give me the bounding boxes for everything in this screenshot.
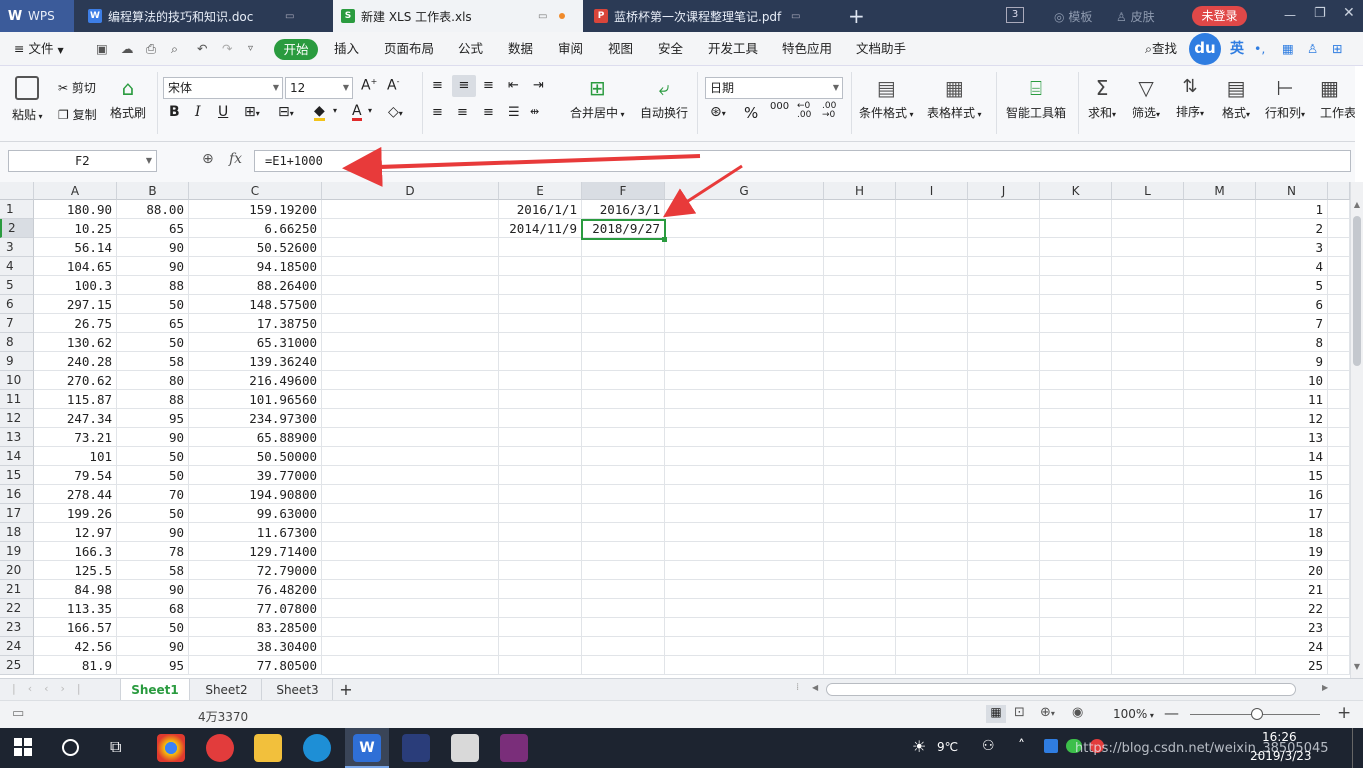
file-explorer-icon[interactable] — [254, 734, 282, 762]
task-view-icon[interactable]: ⧉ — [110, 737, 121, 757]
h-scroll-split-icon[interactable]: ⁞ — [796, 682, 799, 693]
arrow-to-formula — [342, 146, 701, 187]
scroll-down-icon[interactable]: ▼ — [1351, 662, 1363, 674]
scroll-right-icon[interactable]: ▶ — [1322, 683, 1328, 692]
netease-music-icon[interactable] — [206, 734, 234, 762]
people-icon[interactable]: ⚇ — [982, 738, 995, 754]
annotation-arrows — [342, 146, 743, 218]
scroll-up-icon[interactable]: ▲ — [1351, 200, 1363, 212]
scroll-left-icon[interactable]: ◀ — [812, 683, 818, 692]
eclipse-icon[interactable] — [500, 734, 528, 762]
dev-cpp-icon[interactable] — [402, 734, 430, 762]
calculator-icon[interactable] — [451, 734, 479, 762]
clock-date: 2019/3/23 — [1250, 749, 1312, 763]
sheet-tab-sheet1[interactable]: Sheet1 — [120, 679, 190, 701]
macro-icon[interactable]: ▭ — [12, 706, 24, 721]
cortana-search-icon[interactable] — [62, 739, 79, 756]
zoom-out-icon[interactable]: — — [1164, 704, 1179, 722]
horizontal-scroll-thumb[interactable] — [826, 683, 1296, 696]
page-break-view-icon[interactable]: ⊡ — [1014, 705, 1025, 720]
normal-view-icon[interactable]: ▦ — [986, 705, 1006, 723]
zoom-level[interactable]: 100% ▾ — [1113, 707, 1154, 721]
selection-sum: 4万3370 — [198, 710, 249, 724]
weather-sun-icon[interactable]: ☀ — [912, 737, 926, 756]
arrow-to-cell-f1 — [662, 164, 743, 218]
weather-temp: 9℃ — [937, 740, 959, 754]
sheet-tab-sheet2[interactable]: Sheet2 — [192, 679, 262, 701]
add-sheet-icon[interactable]: + — [336, 679, 356, 701]
zoom-slider-thumb[interactable] — [1251, 708, 1263, 720]
wps-taskbar-item[interactable]: W — [345, 728, 389, 768]
tray-bluetooth-icon[interactable] — [1044, 739, 1058, 753]
chrome-icon[interactable] — [157, 734, 185, 762]
sheet-nav-arrows-icon[interactable]: |‹‹›| — [12, 682, 93, 695]
tray-expand-icon[interactable]: ˄ — [1018, 738, 1025, 754]
windows-start-icon[interactable] — [14, 738, 32, 756]
show-desktop-button[interactable] — [1352, 728, 1353, 768]
windows-taskbar: ⧉ W ☀ 9℃ ⚇ ˄ https://blog.csdn.net/weixi… — [0, 728, 1363, 768]
app-icon[interactable] — [303, 734, 331, 762]
sheet-tab-bar: |‹‹›| Sheet1 Sheet2 Sheet3 + ⁞ ◀ ▶ — [0, 678, 1363, 701]
clock-time: 16:26 — [1262, 730, 1297, 744]
wps-icon: W — [353, 734, 381, 762]
sheet-tab-sheet3[interactable]: Sheet3 — [263, 679, 333, 701]
vertical-scroll-thumb[interactable] — [1353, 216, 1361, 366]
vertical-scrollbar[interactable]: ▲ ▼ — [1350, 182, 1363, 678]
zoom-in-icon[interactable]: + — [1337, 703, 1351, 723]
page-layout-view-icon[interactable]: ⊕▾ — [1040, 705, 1055, 720]
status-bar: ▭ 4万3370 ▦ ⊡ ⊕▾ ◉ 100% ▾ — + — [0, 700, 1363, 728]
eye-protection-icon[interactable]: ◉ — [1072, 705, 1083, 720]
